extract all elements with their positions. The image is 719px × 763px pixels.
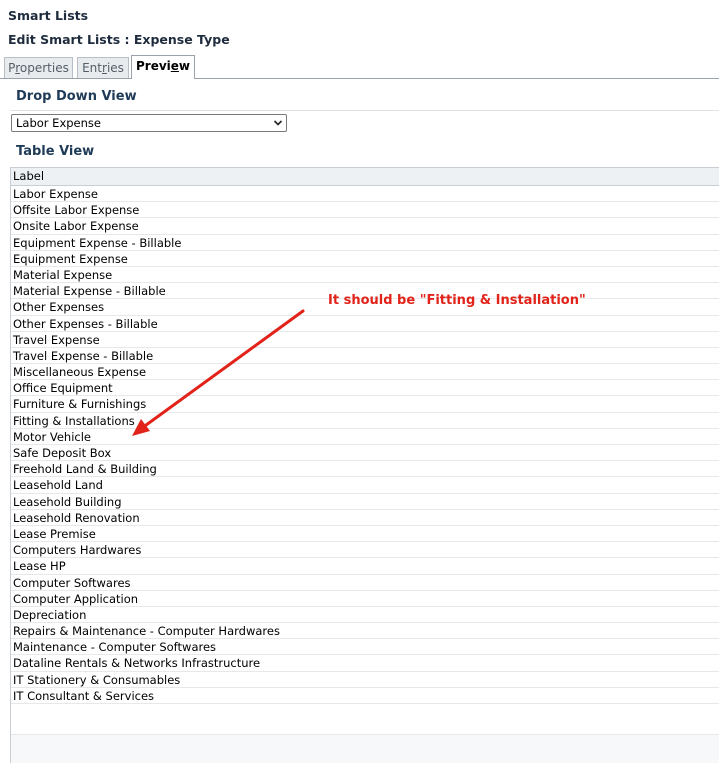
table-row[interactable]: Motor Vehicle <box>11 429 719 445</box>
annotation-text: It should be "Fitting & Installation" <box>328 293 586 308</box>
table-row[interactable]: Furniture & Furnishings <box>11 396 719 413</box>
table-row[interactable]: Maintenance - Computer Softwares <box>11 639 719 656</box>
table-row[interactable]: Material Expense <box>11 267 719 284</box>
table-row[interactable]: Leasehold Building <box>11 494 719 510</box>
table-row[interactable]: Equipment Expense - Billable <box>11 235 719 251</box>
tab-label: Preview <box>135 59 191 73</box>
table-row[interactable]: Other Expenses - Billable <box>11 316 719 332</box>
page-title: Smart Lists <box>8 8 89 23</box>
table-row[interactable]: Lease Premise <box>11 526 719 543</box>
table-row[interactable]: Fitting & Installations <box>11 413 719 429</box>
table-row[interactable]: Leasehold Renovation <box>11 510 719 526</box>
table-body: Labor Expense Offsite Labor Expense Onsite… <box>11 186 719 704</box>
table-row[interactable]: Lease HP <box>11 558 719 575</box>
tab-bar: Properties Entries Preview <box>0 55 719 79</box>
expense-type-select[interactable]: Labor Expense <box>11 114 287 132</box>
select-value: Labor Expense <box>16 116 101 130</box>
table-row[interactable]: Computer Application <box>11 591 719 607</box>
table-row[interactable]: Safe Deposit Box <box>11 445 719 462</box>
table-row[interactable]: Repairs & Maintenance - Computer Hardwar… <box>11 623 719 640</box>
table-row[interactable]: Labor Expense <box>11 186 719 203</box>
table-row[interactable]: Computer Softwares <box>11 575 719 591</box>
table-row[interactable]: Travel Expense - Billable <box>11 348 719 365</box>
table-row[interactable]: Travel Expense <box>11 332 719 348</box>
tab-properties[interactable]: Properties <box>4 57 73 78</box>
tab-label: Properties <box>8 61 69 75</box>
label-table: Label Labor Expense Offsite Labor Expense… <box>10 167 719 763</box>
table-row[interactable]: Freehold Land & Building <box>11 461 719 478</box>
tab-preview[interactable]: Preview <box>131 55 195 79</box>
table-row[interactable]: Offsite Labor Expense <box>11 202 719 219</box>
table-row[interactable]: Leasehold Land <box>11 477 719 494</box>
table-row[interactable]: Miscellaneous Expense <box>11 364 719 381</box>
table-row[interactable]: Computers Hardwares <box>11 542 719 559</box>
tab-entries[interactable]: Entries <box>77 57 129 78</box>
dropdown-view-title: Drop Down View <box>16 89 137 104</box>
table-row[interactable]: Office Equipment <box>11 380 719 397</box>
table-view-title: Table View <box>16 144 95 159</box>
table-row[interactable]: Depreciation <box>11 607 719 624</box>
table-row[interactable]: IT Stationery & Consumables <box>11 672 719 688</box>
table-row[interactable]: Equipment Expense <box>11 251 719 267</box>
table-footer <box>11 734 719 763</box>
column-header-label[interactable]: Label <box>11 168 719 186</box>
divider <box>10 110 719 111</box>
table-row[interactable]: Onsite Labor Expense <box>11 218 719 235</box>
tab-label: Entries <box>82 61 124 75</box>
table-row[interactable]: Dataline Rentals & Networks Infrastructu… <box>11 655 719 672</box>
page-subtitle: Edit Smart Lists : Expense Type <box>8 32 230 47</box>
table-row[interactable]: IT Consultant & Services <box>11 688 719 704</box>
chevron-down-icon <box>273 120 283 126</box>
